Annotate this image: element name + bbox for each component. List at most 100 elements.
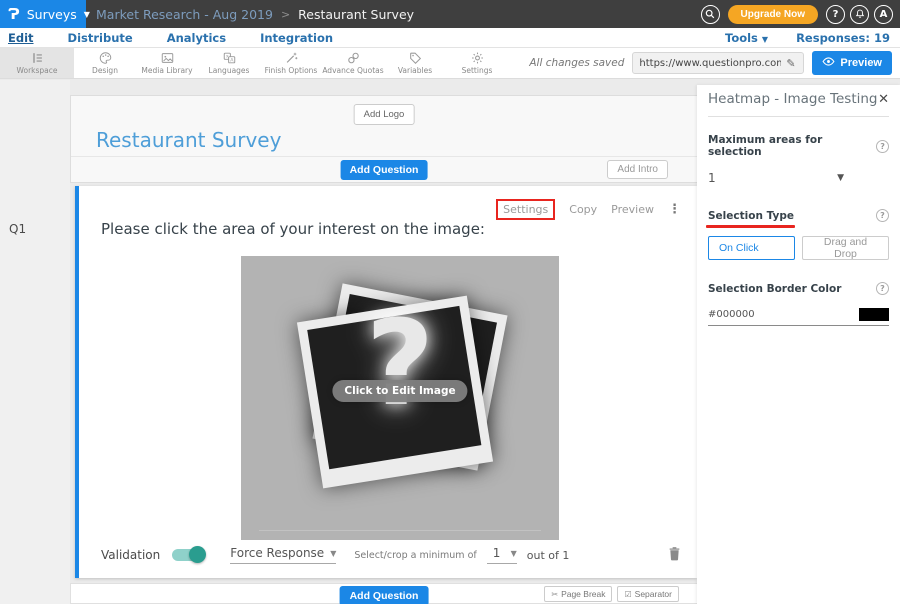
selection-type-label-row: Selection Type ? bbox=[708, 209, 889, 222]
chevron-down-icon: ▼ bbox=[330, 549, 336, 558]
validation-row: Validation Force Response ▼ Select/crop … bbox=[101, 542, 681, 568]
border-color-value: #000000 bbox=[708, 309, 755, 320]
help-icon[interactable]: ? bbox=[826, 5, 845, 24]
survey-url-input[interactable] bbox=[633, 58, 781, 69]
editor-toolbar: Workspace Design Media Library xA Langua… bbox=[0, 48, 900, 79]
footer-buttons: ✂ Page Break ☑ Separator bbox=[544, 586, 679, 602]
click-to-edit-image-button[interactable]: Click to Edit Image bbox=[332, 380, 467, 402]
footer-strip: Add Question ✂ Page Break ☑ Separator bbox=[70, 583, 698, 604]
question-settings-panel: Heatmap - Image Testing ✕ Maximum areas … bbox=[697, 85, 900, 604]
question-text[interactable]: Please click the area of your interest o… bbox=[101, 220, 485, 238]
annotation-underline bbox=[706, 225, 795, 228]
out-of-text: out of 1 bbox=[527, 549, 570, 562]
border-color-label-row: Selection Border Color ? bbox=[708, 282, 889, 295]
minimum-select[interactable]: 1 ▼ bbox=[487, 546, 517, 564]
upgrade-now-button[interactable]: Upgrade Now bbox=[728, 5, 818, 24]
chevron-down-icon: ▼ bbox=[762, 35, 768, 44]
delete-question-trash-icon[interactable] bbox=[668, 546, 681, 565]
add-question-button-top[interactable]: Add Question bbox=[341, 160, 428, 180]
eye-icon bbox=[822, 57, 835, 69]
product-label: Surveys bbox=[27, 7, 77, 22]
max-areas-label-row: Maximum areas for selection ? bbox=[708, 134, 889, 158]
toggle-knob bbox=[189, 546, 206, 563]
question-card: Settings Copy Preview ⋮ Please click the… bbox=[75, 186, 697, 578]
selection-type-buttons: On Click Drag and Drop bbox=[708, 236, 889, 260]
panel-header: Heatmap - Image Testing ✕ bbox=[708, 91, 889, 117]
breadcrumb-current: Restaurant Survey bbox=[298, 7, 414, 22]
responses-count[interactable]: Responses: 19 bbox=[796, 31, 890, 45]
toolbar-item-languages[interactable]: xA Languages bbox=[198, 48, 260, 78]
tools-menu[interactable]: Tools ▼ bbox=[725, 31, 768, 45]
breadcrumb: Market Research - Aug 2019 > Restaurant … bbox=[96, 7, 414, 22]
chevron-down-icon: ▼ bbox=[511, 549, 517, 558]
edit-pencil-icon[interactable]: ✎ bbox=[781, 57, 800, 70]
kebab-menu-icon[interactable]: ⋮ bbox=[668, 206, 681, 214]
questionpro-logo-icon: Ɂ bbox=[8, 7, 20, 22]
help-icon[interactable]: ? bbox=[876, 282, 889, 295]
breadcrumb-separator-icon: > bbox=[281, 8, 290, 21]
question-preview-button[interactable]: Preview bbox=[611, 203, 654, 216]
app-window: Ɂ Surveys ▼ Market Research - Aug 2019 >… bbox=[0, 0, 900, 604]
translate-icon: xA bbox=[222, 51, 237, 65]
nav-right: Tools ▼ Responses: 19 bbox=[725, 31, 892, 45]
question-copy-button[interactable]: Copy bbox=[569, 203, 597, 216]
toolbar-item-workspace[interactable]: Workspace bbox=[0, 48, 74, 78]
image-placeholder[interactable]: ? Click to Edit Image bbox=[241, 256, 559, 540]
toolbar-item-advance-quotas[interactable]: Advance Quotas bbox=[322, 48, 384, 78]
gear-icon bbox=[470, 51, 485, 65]
notifications-bell-icon[interactable] bbox=[850, 5, 869, 24]
validation-toggle[interactable] bbox=[172, 549, 204, 561]
add-logo-button[interactable]: Add Logo bbox=[354, 104, 415, 125]
chain-links-icon bbox=[346, 51, 361, 65]
border-color-label: Selection Border Color bbox=[708, 283, 841, 295]
add-question-button-bottom[interactable]: Add Question bbox=[340, 586, 429, 604]
breadcrumb-parent[interactable]: Market Research - Aug 2019 bbox=[96, 7, 273, 22]
question-actions: Settings Copy Preview ⋮ bbox=[496, 199, 681, 220]
left-rail: Q1 bbox=[0, 80, 70, 604]
palette-icon bbox=[98, 51, 113, 65]
toolbar-item-finish-options[interactable]: Finish Options bbox=[260, 48, 322, 78]
survey-url-box: ✎ bbox=[632, 52, 804, 74]
toolbar-item-settings[interactable]: Settings bbox=[446, 48, 508, 78]
account-avatar[interactable]: A bbox=[874, 5, 893, 24]
top-bar: Ɂ Surveys ▼ Market Research - Aug 2019 >… bbox=[0, 0, 900, 28]
save-status: All changes saved bbox=[529, 57, 624, 69]
drag-and-drop-button[interactable]: Drag and Drop bbox=[802, 236, 889, 260]
minimum-text: Select/crop a minimum of bbox=[354, 550, 476, 561]
checkbox-icon: ☑ bbox=[624, 590, 631, 599]
toolbar-item-design[interactable]: Design bbox=[74, 48, 136, 78]
validation-mode-select[interactable]: Force Response ▼ bbox=[230, 546, 336, 564]
border-color-picker[interactable]: #000000 bbox=[708, 308, 889, 326]
page-break-button[interactable]: ✂ Page Break bbox=[544, 586, 612, 602]
separator-button[interactable]: ☑ Separator bbox=[617, 586, 679, 602]
help-icon[interactable]: ? bbox=[876, 140, 889, 153]
tab-integration[interactable]: Integration bbox=[260, 31, 333, 45]
toolbar-item-variables[interactable]: Variables bbox=[384, 48, 446, 78]
tab-analytics[interactable]: Analytics bbox=[167, 31, 226, 45]
color-swatch[interactable] bbox=[859, 308, 889, 321]
max-areas-label: Maximum areas for selection bbox=[708, 134, 876, 158]
toolbar-item-media-library[interactable]: Media Library bbox=[136, 48, 198, 78]
survey-header-footer: Add Question Add Intro bbox=[71, 156, 697, 182]
survey-header-card: Add Logo Restaurant Survey Add Question … bbox=[70, 95, 698, 183]
question-settings-button[interactable]: Settings bbox=[496, 199, 555, 220]
top-actions: Upgrade Now ? A bbox=[701, 5, 900, 24]
tab-distribute[interactable]: Distribute bbox=[68, 31, 133, 45]
toolbar-right: All changes saved ✎ Preview bbox=[529, 48, 900, 78]
surveys-menu[interactable]: Ɂ Surveys ▼ bbox=[0, 0, 86, 28]
max-areas-select[interactable]: 1 ▼ bbox=[708, 171, 844, 185]
validation-label: Validation bbox=[101, 548, 160, 562]
panel-title: Heatmap - Image Testing bbox=[708, 91, 878, 107]
search-icon[interactable] bbox=[701, 5, 720, 24]
chevron-down-icon: ▼ bbox=[837, 173, 844, 183]
preview-button[interactable]: Preview bbox=[812, 51, 892, 75]
tab-edit[interactable]: Edit bbox=[8, 31, 34, 45]
image-icon bbox=[160, 51, 175, 65]
tag-icon bbox=[408, 51, 423, 65]
magic-wand-icon bbox=[284, 51, 299, 65]
help-icon[interactable]: ? bbox=[876, 209, 889, 222]
close-icon[interactable]: ✕ bbox=[878, 92, 889, 107]
on-click-button[interactable]: On Click bbox=[708, 236, 795, 260]
add-intro-button[interactable]: Add Intro bbox=[607, 160, 668, 179]
survey-title[interactable]: Restaurant Survey bbox=[96, 128, 281, 152]
